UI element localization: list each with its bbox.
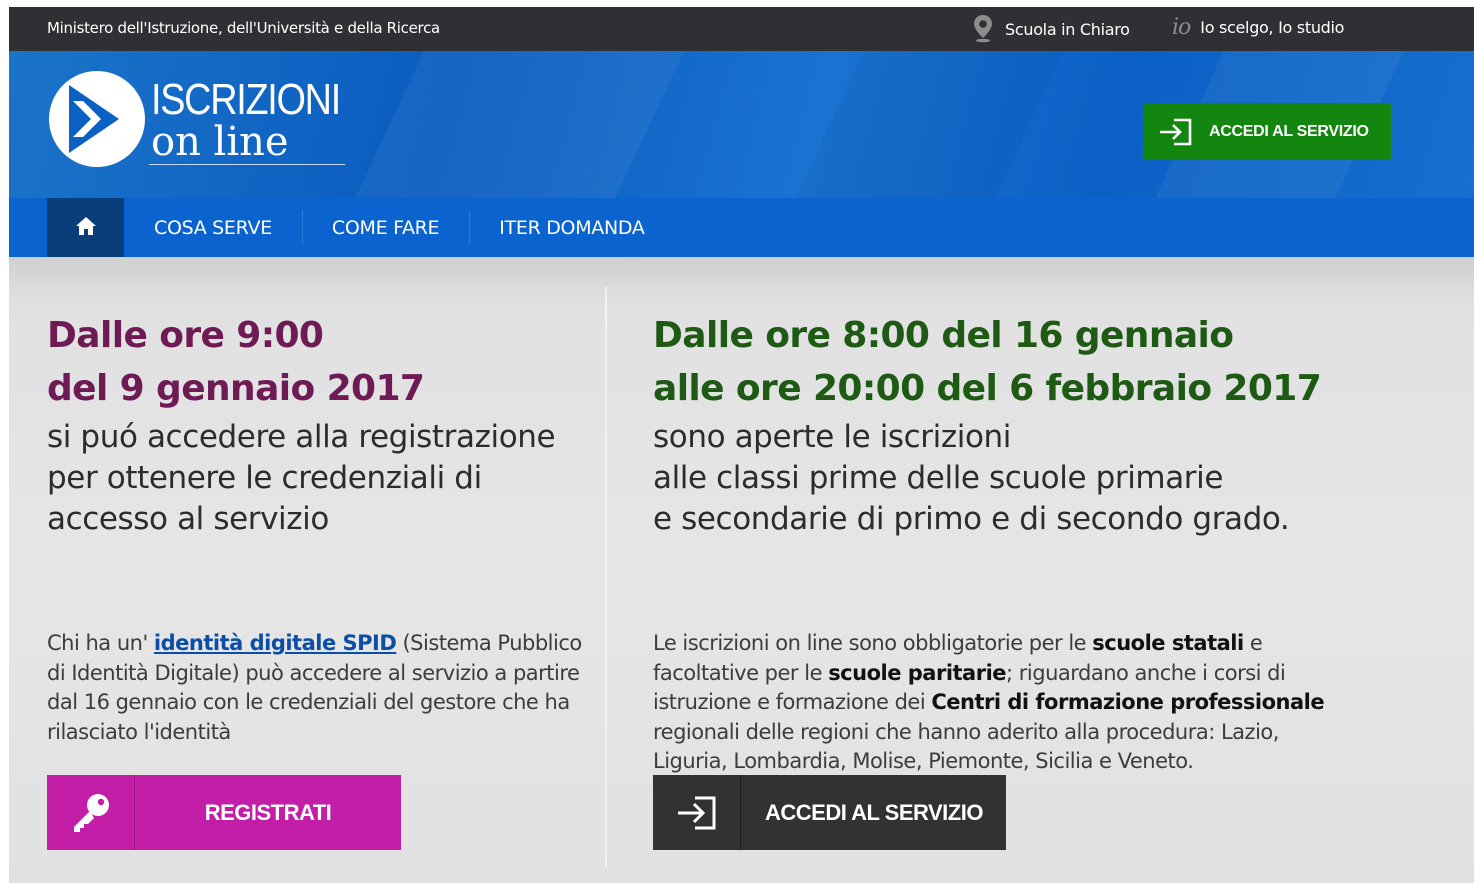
key-icon — [47, 775, 135, 850]
registration-column: Dalle ore 9:00 del 9 gennaio 2017 si puó… — [47, 309, 587, 744]
home-icon — [75, 216, 97, 240]
logo-chevron-icon[interactable] — [49, 71, 145, 167]
sign-in-icon — [1143, 117, 1209, 147]
access-service-button[interactable]: ACCEDI AL SERVIZIO — [653, 775, 1006, 850]
enrollment-bold: Centri di formazione professionale — [931, 690, 1325, 714]
registration-subtitle: si puó accedere alla registrazione per o… — [47, 417, 587, 540]
spid-paragraph: Chi ha un' identità digitale SPID (Siste… — [47, 629, 587, 747]
header-decoration — [344, 51, 694, 198]
enrollment-bold: scuole statali — [1092, 631, 1244, 655]
logo-subtitle: on line — [151, 119, 289, 165]
scuola-in-chiaro-link[interactable]: Scuola in Chiaro — [973, 15, 1130, 43]
registration-subtitle-line: per ottenere le credenziali di — [47, 460, 482, 496]
io-scelgo-link[interactable]: io Io scelgo, Io studio — [1172, 15, 1344, 40]
enrollment-bold: scuole paritarie — [828, 660, 1007, 685]
site-header: ISCRIZIONI on line ACCEDI AL SERVIZIO — [9, 51, 1474, 198]
io-logo-icon: io — [1172, 15, 1191, 40]
enrollment-date-line: Dalle ore 8:00 del 16 gennaio — [653, 315, 1234, 356]
enrollment-subtitle-line: alle classi prime delle scuole primarie — [653, 460, 1224, 496]
register-label: REGISTRATI — [204, 799, 332, 825]
spid-link[interactable]: identità digitale SPID — [154, 631, 397, 655]
top-bar: Ministero dell'Istruzione, dell'Universi… — [9, 7, 1474, 51]
registration-subtitle-line: si puó accedere alla registrazione — [47, 419, 556, 455]
nav-item-iter-domanda[interactable]: ITER DOMANDA — [469, 198, 674, 257]
nav-item-come-fare[interactable]: COME FARE — [301, 198, 469, 257]
ministry-name[interactable]: Ministero dell'Istruzione, dell'Universi… — [47, 19, 440, 37]
enrollment-subtitle: sono aperte le iscrizioni alle classi pr… — [653, 417, 1453, 540]
enrollment-paragraph: Le iscrizioni on line sono obbligatorie … — [653, 629, 1353, 777]
enrollment-column: Dalle ore 8:00 del 16 gennaio alle ore 2… — [653, 309, 1453, 773]
enrollment-text: regionali delle regioni che hanno aderit… — [653, 719, 1279, 774]
nav-item-cosa-serve[interactable]: COSA SERVE — [124, 198, 302, 257]
main-nav: COSA SERVE COME FARE ITER DOMANDA — [9, 198, 1474, 257]
nav-home-button[interactable] — [47, 198, 124, 257]
header-access-label: ACCEDI AL SERVIZIO — [1209, 122, 1369, 140]
enrollment-subtitle-line: e secondarie di primo e di secondo grado… — [653, 501, 1290, 537]
header-decoration — [784, 51, 1074, 198]
header-access-button[interactable]: ACCEDI AL SERVIZIO — [1143, 103, 1391, 160]
column-divider — [605, 287, 607, 867]
access-service-label: ACCEDI AL SERVIZIO — [765, 799, 983, 825]
enrollment-subtitle-line: sono aperte le iscrizioni — [653, 419, 1011, 455]
registration-subtitle-line: accesso al servizio — [47, 501, 329, 537]
registration-date-line: Dalle ore 9:00 — [47, 315, 324, 356]
main-content: Dalle ore 9:00 del 9 gennaio 2017 si puó… — [9, 257, 1474, 883]
registration-date-heading: Dalle ore 9:00 del 9 gennaio 2017 — [47, 309, 587, 415]
spid-text-start: Chi ha un' — [47, 631, 154, 655]
register-button[interactable]: REGISTRATI — [47, 775, 401, 850]
logo-title: ISCRIZIONI — [151, 75, 341, 124]
map-pin-icon — [973, 15, 993, 43]
sign-in-icon — [653, 775, 741, 850]
enrollment-date-line: alle ore 20:00 del 6 febbraio 2017 — [653, 368, 1322, 409]
enrollment-date-heading: Dalle ore 8:00 del 16 gennaio alle ore 2… — [653, 309, 1453, 415]
logo-underline — [149, 164, 345, 165]
registration-date-line: del 9 gennaio 2017 — [47, 368, 425, 409]
enrollment-text: Le iscrizioni on line sono obbligatorie … — [653, 631, 1093, 655]
io-scelgo-label: Io scelgo, Io studio — [1200, 18, 1345, 37]
scuola-in-chiaro-label: Scuola in Chiaro — [1005, 19, 1130, 39]
